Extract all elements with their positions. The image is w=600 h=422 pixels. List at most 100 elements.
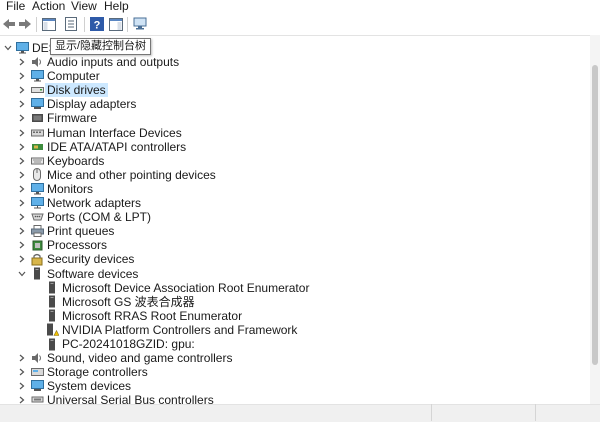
tree-category-security-devices[interactable]: Security devices — [0, 252, 600, 266]
expand-chevron-icon[interactable] — [17, 197, 27, 209]
svg-text:?: ? — [94, 20, 101, 32]
menu-action[interactable]: Action — [30, 0, 67, 14]
mouse-icon — [30, 168, 44, 182]
tree-device-microsoft-rras-root-enumerator[interactable]: Microsoft RRAS Root Enumerator — [0, 309, 600, 323]
software-device-icon — [45, 281, 59, 295]
tree-category-processors[interactable]: Processors — [0, 238, 600, 252]
vertical-scrollbar[interactable] — [590, 35, 600, 405]
properties-icon[interactable] — [63, 16, 79, 32]
storage-controller-icon — [30, 365, 44, 379]
toolbar-separator — [84, 17, 85, 32]
tree-item-label: Network adapters — [47, 196, 142, 210]
speaker-icon — [30, 351, 44, 365]
computer-icon — [15, 41, 29, 55]
tree-category-human-interface-devices[interactable]: Human Interface Devices — [0, 126, 600, 140]
tree-item-label: PC-20241018GZID: gpu: — [62, 337, 195, 351]
status-bar-pane — [535, 404, 536, 421]
tree-device-pc-20241018gzid-gpu[interactable]: PC-20241018GZID: gpu: — [0, 337, 600, 351]
tree-item-label: Microsoft GS 波表合成器 — [62, 294, 195, 309]
device-tree: DES Audio inputs and outputs Computer Disk… — [0, 35, 600, 406]
tree-item-label: Processors — [47, 238, 108, 253]
tree-item-label: Monitors — [47, 181, 94, 196]
collapse-chevron-icon[interactable] — [3, 42, 13, 54]
forward-arrow-icon[interactable] — [17, 16, 33, 32]
menu-file[interactable]: File — [4, 0, 27, 14]
show-hide-console-tree-icon[interactable] — [41, 16, 57, 32]
action-pane-icon[interactable] — [108, 16, 124, 32]
menu-view[interactable]: View — [69, 0, 99, 14]
expand-chevron-icon[interactable] — [17, 98, 27, 110]
menu-help[interactable]: Help — [102, 0, 131, 14]
expand-chevron-icon[interactable] — [17, 253, 27, 265]
expand-chevron-icon[interactable] — [17, 352, 27, 364]
tree-category-computer[interactable]: Computer — [0, 69, 600, 83]
back-arrow-icon[interactable] — [1, 16, 17, 32]
tree-category-system-devices[interactable]: System devices — [0, 379, 600, 393]
expand-chevron-icon[interactable] — [17, 84, 27, 96]
vertical-scrollbar-thumb[interactable] — [592, 65, 598, 365]
tree-category-firmware[interactable]: Firmware — [0, 111, 600, 125]
network-adapter-icon — [30, 196, 44, 210]
keyboard-icon — [30, 154, 44, 168]
software-device-icon — [45, 337, 59, 351]
tree-item-label: Mice and other pointing devices — [47, 167, 216, 182]
display-adapter-icon — [30, 97, 44, 111]
tree-category-software-devices[interactable]: Software devices — [0, 267, 600, 281]
tree-item-label: Keyboards — [47, 153, 105, 168]
tree-item-label: Disk drives — [45, 83, 108, 98]
monitor-icon — [30, 182, 44, 196]
tree-device-microsoft-device-association-root-enumerator[interactable]: Microsoft Device Association Root Enumer… — [0, 281, 600, 295]
expand-chevron-icon[interactable] — [17, 70, 27, 82]
scan-hardware-icon[interactable] — [132, 16, 148, 32]
expand-chevron-icon[interactable] — [17, 112, 27, 124]
tree-category-network-adapters[interactable]: Network adapters — [0, 196, 600, 210]
tree-item-label: Print queues — [47, 224, 115, 239]
tree-category-sound-video-and-game-controllers[interactable]: Sound, video and game controllers — [0, 351, 600, 365]
tree-category-mice-and-other-pointing-devices[interactable]: Mice and other pointing devices — [0, 168, 600, 182]
tree-item-label: Security devices — [47, 252, 135, 267]
expand-chevron-icon[interactable] — [17, 56, 27, 68]
tree-category-print-queues[interactable]: Print queues — [0, 224, 600, 238]
help-icon[interactable]: ? — [89, 16, 105, 32]
status-bar — [0, 404, 600, 422]
tree-category-ide-ata-atapi-controllers[interactable]: IDE ATA/ATAPI controllers — [0, 140, 600, 154]
tree-item-label: Firmware — [47, 111, 97, 126]
expand-chevron-icon[interactable] — [17, 211, 27, 223]
tree-category-monitors[interactable]: Monitors — [0, 182, 600, 196]
tooltip: 显示/隐藏控制台树 — [50, 38, 152, 55]
expand-chevron-icon[interactable] — [17, 155, 27, 167]
tree-device-nvidia-platform-controllers-and-framework[interactable]: NVIDIA Platform Controllers and Framewor… — [0, 323, 600, 337]
speaker-icon — [30, 55, 44, 69]
tree-category-storage-controllers[interactable]: Storage controllers — [0, 365, 600, 379]
tree-item-label: NVIDIA Platform Controllers and Framewor… — [62, 322, 298, 337]
expand-chevron-icon[interactable] — [17, 183, 27, 195]
tree-item-label: Human Interface Devices — [47, 125, 182, 140]
tree-item-label: Microsoft RRAS Root Enumerator — [62, 308, 243, 323]
tree-category-audio-inputs-and-outputs[interactable]: Audio inputs and outputs — [0, 55, 600, 69]
expand-chevron-icon[interactable] — [17, 366, 27, 378]
expand-chevron-icon[interactable] — [17, 127, 27, 139]
expand-chevron-icon[interactable] — [17, 141, 27, 153]
warning-device-icon — [45, 323, 59, 337]
expand-chevron-icon[interactable] — [17, 239, 27, 251]
tree-category-display-adapters[interactable]: Display adapters — [0, 97, 600, 111]
expand-chevron-icon[interactable] — [17, 169, 27, 181]
tree-item-label: Software devices — [47, 266, 139, 281]
port-icon — [30, 210, 44, 224]
tree-item-label: Display adapters — [47, 97, 137, 112]
tree-category-ports-com-lpt[interactable]: Ports (COM & LPT) — [0, 210, 600, 224]
disk-drive-icon — [30, 83, 44, 97]
software-device-icon — [30, 267, 44, 281]
software-device-icon — [45, 309, 59, 323]
tree-category-keyboards[interactable]: Keyboards — [0, 154, 600, 168]
tree-item-label: Ports (COM & LPT) — [47, 210, 152, 225]
tree-item-label: Storage controllers — [47, 365, 148, 380]
expand-chevron-icon[interactable] — [17, 380, 27, 392]
tree-category-disk-drives[interactable]: Disk drives — [0, 83, 600, 98]
tree-item-label: Microsoft Device Association Root Enumer… — [62, 280, 310, 295]
collapse-chevron-icon[interactable] — [17, 268, 27, 280]
security-device-icon — [30, 252, 44, 266]
expand-chevron-icon[interactable] — [17, 225, 27, 237]
toolbar: ? — [0, 14, 600, 35]
tree-device-microsoft-gs[interactable]: Microsoft GS 波表合成器 — [0, 295, 600, 309]
